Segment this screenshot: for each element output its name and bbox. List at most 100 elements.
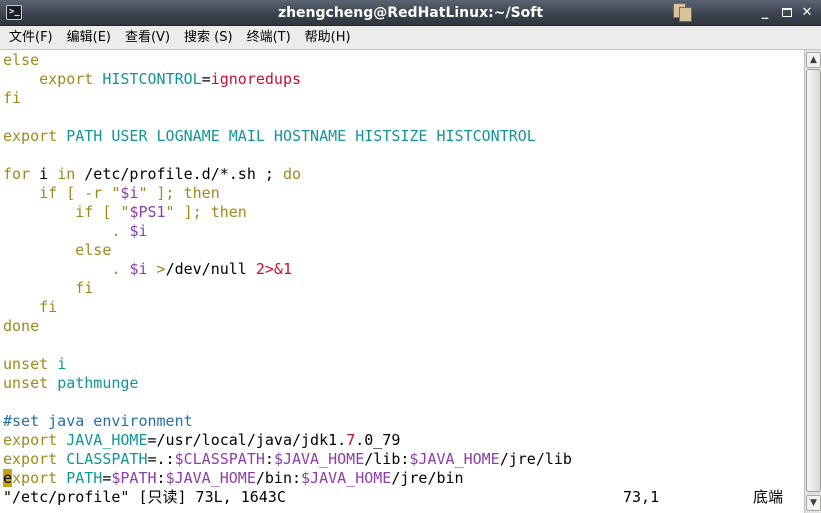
terminal-line: export HISTCONTROL=ignoredups <box>3 70 572 89</box>
code-token: fi <box>3 89 22 107</box>
code-token: $CLASSPATH <box>174 450 265 468</box>
menu-bar: 文件(F) 编辑(E) 查看(V) 搜索 (S) 终端(T) 帮助(H) <box>0 26 821 50</box>
terminal-line: unset pathmunge <box>3 374 572 393</box>
code-token: > <box>156 260 166 278</box>
scroll-up-button[interactable]: ▲ <box>806 52 821 68</box>
scroll-down-button[interactable]: ▼ <box>806 495 821 511</box>
terminal-line: if [ -r "$i" ]; then <box>3 184 572 203</box>
terminal-line: export PATH=$PATH:$JAVA_HOME/bin:$JAVA_H… <box>3 469 572 488</box>
window-title: zhengcheng@RedHatLinux:~/Soft <box>277 5 544 21</box>
menu-view[interactable]: 查看(V) <box>118 26 177 50</box>
title-bar[interactable]: >_ zhengcheng@RedHatLinux:~/Soft _ ✕ <box>0 0 821 26</box>
status-scroll-position: 底端 <box>753 488 784 506</box>
code-token: else <box>3 51 40 69</box>
terminal-line: export JAVA_HOME=/usr/local/java/jdk1.7.… <box>3 431 572 450</box>
code-token: #set java environment <box>3 412 193 430</box>
code-token: JAVA_HOME <box>66 431 148 449</box>
code-token: : <box>156 469 166 487</box>
code-token: /dev/null <box>165 260 256 278</box>
status-cursor-position: 73,1 <box>623 488 660 506</box>
vim-status-line: "/etc/profile" [只读] 73L, 1643C 73,1 底端 <box>3 488 803 507</box>
code-token: unset <box>3 374 49 392</box>
close-button[interactable]: ✕ <box>798 4 816 22</box>
menu-file[interactable]: 文件(F) <box>0 26 60 50</box>
code-token: $JAVA_HOME <box>409 450 500 468</box>
menu-help[interactable]: 帮助(H) <box>298 26 358 50</box>
code-token: =.: <box>147 450 175 468</box>
menu-search[interactable]: 搜索 (S) <box>177 26 240 50</box>
menu-terminal[interactable]: 终端(T) <box>240 26 298 50</box>
code-token: 2>&1 <box>255 260 292 278</box>
code-token: fi <box>75 279 94 297</box>
terminal-line: . $i <box>3 222 572 241</box>
code-token: done <box>3 317 40 335</box>
menu-edit[interactable]: 编辑(E) <box>60 26 118 50</box>
code-token: $i <box>120 184 139 202</box>
terminal-line: if [ "$PS1" ]; then <box>3 203 572 222</box>
code-token: =/usr/local/java/jdk1. <box>147 431 347 449</box>
code-token: . <box>111 222 130 240</box>
code-token: in <box>57 165 76 183</box>
terminal-line: unset i <box>3 355 572 374</box>
code-token: $PS1 <box>129 203 166 221</box>
code-token: else <box>75 241 112 259</box>
code-token: CLASSPATH <box>66 450 148 468</box>
code-token: /etc/profile.d/*.sh ; <box>75 165 283 183</box>
code-token: .0_79 <box>355 431 401 449</box>
code-token: 7 <box>346 431 356 449</box>
code-token: unset <box>3 355 49 373</box>
code-token: $i <box>129 260 148 278</box>
terminal-line: #set java environment <box>3 412 572 431</box>
terminal-area[interactable]: else export HISTCONTROL=ignoredups fi expo… <box>0 50 804 513</box>
terminal-line: fi <box>3 279 572 298</box>
code-token: for <box>3 165 31 183</box>
terminal-line: export CLASSPATH=.:$CLASSPATH:$JAVA_HOME… <box>3 450 572 469</box>
code-token: $JAVA_HOME <box>301 469 392 487</box>
minimize-button[interactable]: _ <box>756 4 774 22</box>
code-token: fi <box>39 298 58 316</box>
code-token: ignoredups <box>210 70 302 88</box>
terminal-line: fi <box>3 89 572 108</box>
code-token: export <box>3 127 58 145</box>
code-token: HISTCONTROL <box>102 70 202 88</box>
terminal-line: fi <box>3 298 572 317</box>
code-token: " ]; then <box>165 203 247 221</box>
maximize-icon <box>782 8 792 17</box>
code-token: export <box>39 70 94 88</box>
code-token: . <box>111 260 130 278</box>
code-token: /bin: <box>255 469 302 487</box>
code-token: xport <box>12 469 58 487</box>
code-token: i <box>30 165 58 183</box>
code-token: i <box>57 355 67 373</box>
code-token: = <box>201 70 211 88</box>
vertical-scrollbar[interactable]: ▲ ▼ <box>804 50 821 513</box>
code-token: : <box>264 450 274 468</box>
status-file-info: "/etc/profile" [只读] 73L, 1643C <box>3 488 286 506</box>
code-token: PATH USER LOGNAME MAIL HOSTNAME HISTSIZE… <box>66 127 536 145</box>
terminal-line: else <box>3 51 572 70</box>
terminal-line: else <box>3 241 572 260</box>
code-token: do <box>282 165 302 183</box>
code-token: " ]; then <box>138 184 220 202</box>
scrollbar-thumb[interactable] <box>806 69 821 492</box>
code-token: $JAVA_HOME <box>273 450 365 468</box>
maximize-button[interactable] <box>778 4 796 22</box>
code-token: if [ <box>75 203 121 221</box>
